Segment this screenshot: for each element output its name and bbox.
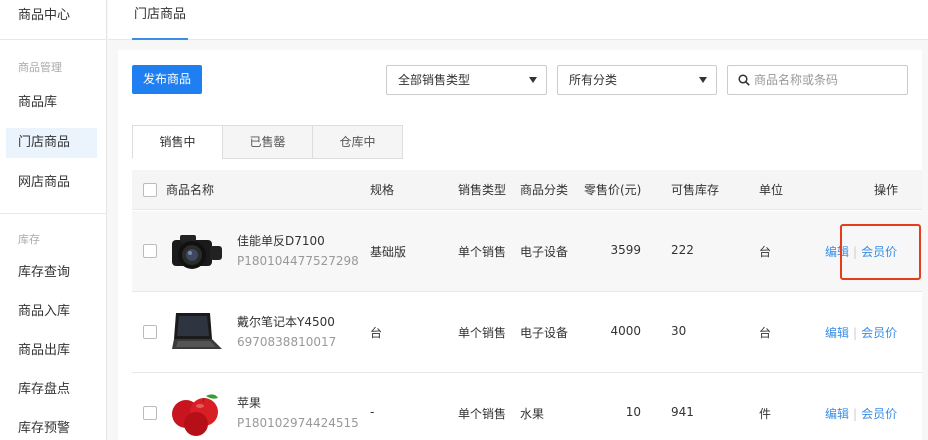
sidebar-item-stock-in[interactable]: 商品入库: [6, 297, 97, 327]
sidebar-item-online-products[interactable]: 网店商品: [6, 168, 97, 198]
product-category: 电子设备: [520, 326, 569, 340]
sidebar-item-inventory-query[interactable]: 库存查询: [6, 258, 97, 288]
sidebar: 商品中心 商品管理 商品库 门店商品 网店商品 库存 库存查询 商品入库 商品出…: [0, 0, 107, 440]
product-price: 4000: [610, 324, 641, 338]
product-code: P180102974424515: [237, 416, 359, 430]
row-actions: 编辑 | 会员价: [825, 405, 897, 422]
camera-thumbnail: [172, 235, 222, 269]
edit-link[interactable]: 编辑: [825, 407, 849, 421]
sidebar-item-stock-out[interactable]: 商品出库: [6, 336, 97, 366]
action-divider: |: [853, 326, 858, 340]
product-sale-type: 单个销售: [458, 407, 507, 421]
product-name: 佳能单反D7100: [237, 234, 325, 248]
product-spec: 基础版: [370, 245, 407, 259]
sidebar-item-stocktaking[interactable]: 库存盘点: [6, 375, 97, 405]
edit-link[interactable]: 编辑: [825, 245, 849, 259]
action-divider: |: [853, 407, 858, 421]
product-spec: -: [370, 405, 375, 419]
table-row: 苹果 P180102974424515 - 单个销售 水果 10 941 件 编…: [132, 373, 922, 440]
member-price-link[interactable]: 会员价: [861, 407, 897, 421]
member-price-link[interactable]: 会员价: [861, 326, 897, 340]
product-name: 戴尔笔记本Y4500: [237, 315, 335, 329]
product-code: P180104477527298: [237, 254, 359, 268]
sidebar-title: 商品中心: [0, 0, 106, 40]
product-unit: 件: [759, 407, 772, 421]
product-unit: 台: [759, 326, 772, 340]
row-actions: 编辑 | 会员价: [825, 324, 897, 341]
top-tab-bar: 门店商品: [108, 0, 928, 40]
sidebar-item-store-products[interactable]: 门店商品: [6, 128, 97, 158]
tab-store-products[interactable]: 门店商品: [132, 0, 189, 40]
apple-thumbnail: [172, 394, 218, 436]
sidebar-group-product-management: 商品管理: [18, 61, 62, 74]
product-unit: 台: [759, 245, 772, 259]
product-sale-type: 单个销售: [458, 326, 507, 340]
laptop-thumbnail: [172, 313, 222, 349]
product-code: 6970838810017: [237, 335, 337, 349]
sidebar-group-inventory: 库存: [18, 233, 40, 246]
row-checkbox[interactable]: [143, 244, 157, 258]
product-category: 水果: [520, 407, 545, 421]
product-stock: 222: [671, 243, 694, 257]
table-body: 佳能单反D7100 P180104477527298 基础版 单个销售 电子设备…: [118, 50, 922, 440]
product-sale-type: 单个销售: [458, 245, 507, 259]
row-checkbox[interactable]: [143, 325, 157, 339]
product-stock: 30: [671, 324, 687, 338]
table-row: 戴尔笔记本Y4500 6970838810017 台 单个销售 电子设备 400…: [132, 292, 922, 373]
row-actions: 编辑 | 会员价: [825, 243, 897, 260]
sidebar-item-product-library[interactable]: 商品库: [6, 88, 97, 118]
action-divider: |: [853, 245, 858, 259]
row-checkbox[interactable]: [143, 406, 157, 420]
product-price: 10: [625, 405, 641, 419]
product-name: 苹果: [237, 396, 262, 410]
table-row: 佳能单反D7100 P180104477527298 基础版 单个销售 电子设备…: [132, 211, 922, 292]
member-price-link[interactable]: 会员价: [861, 245, 897, 259]
product-price: 3599: [610, 243, 641, 257]
edit-link[interactable]: 编辑: [825, 326, 849, 340]
product-stock: 941: [671, 405, 694, 419]
product-category: 电子设备: [520, 245, 569, 259]
product-spec: 台: [370, 326, 383, 340]
sidebar-item-stock-warning[interactable]: 库存预警: [6, 414, 97, 440]
